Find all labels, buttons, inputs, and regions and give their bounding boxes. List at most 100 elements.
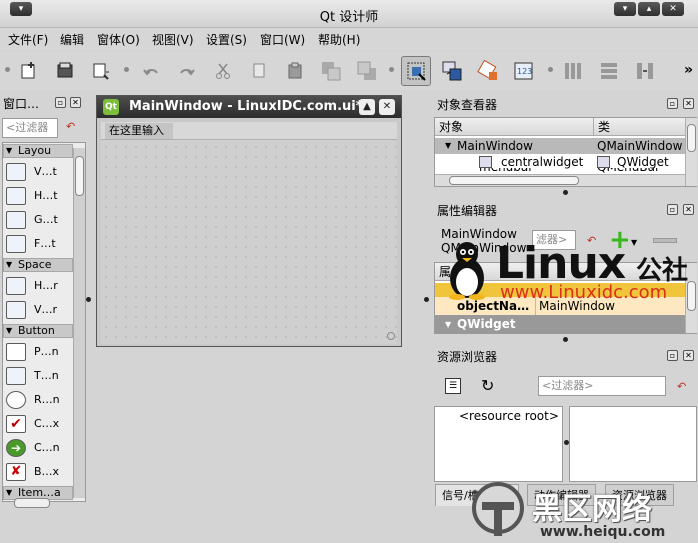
menu-file[interactable]: 文件(F)	[8, 31, 48, 48]
expand-arrow-icon[interactable]: ▼	[445, 317, 451, 333]
cut-icon[interactable]	[208, 56, 238, 86]
widget-filter-input[interactable]: <过滤器>	[2, 118, 58, 152]
clear-filter-icon[interactable]: ↶	[677, 380, 686, 393]
category-spacers[interactable]: Space	[3, 258, 73, 272]
edit-signals-icon[interactable]	[437, 56, 467, 86]
widget-grid-layout[interactable]: G…t	[6, 210, 76, 230]
property-section-qwidget[interactable]: ▼ QWidget	[435, 315, 685, 333]
float-icon[interactable]: ▫	[667, 350, 678, 361]
bring-front-icon[interactable]	[316, 56, 346, 86]
size-grip-icon[interactable]	[387, 332, 395, 340]
widget-horizontal-layout[interactable]: H…t	[6, 186, 76, 206]
close-icon[interactable]: ✕	[662, 2, 684, 16]
widget-form-layout[interactable]: F…t	[6, 234, 76, 254]
scrollbar-thumb[interactable]	[75, 156, 84, 196]
property-editor-title: 属性编辑器	[437, 204, 498, 218]
layout-splitter-icon[interactable]	[630, 56, 660, 86]
edit-buddies-icon[interactable]	[473, 56, 503, 86]
close-icon[interactable]: ✕	[683, 350, 694, 361]
layout-vertical-icon[interactable]	[594, 56, 624, 86]
form-titlebar[interactable]: Qt MainWindow - LinuxIDC.com.ui* ▲ ✕	[97, 96, 401, 118]
splitter-handle[interactable]	[563, 190, 568, 195]
widget-list-hscroll-thumb[interactable]	[14, 498, 50, 508]
float-icon[interactable]: ▫	[55, 97, 66, 108]
menu-form[interactable]: 窗体(O)	[97, 31, 140, 48]
resource-tree[interactable]: <resource root>	[434, 406, 563, 482]
expand-arrow-icon[interactable]: ▼	[445, 138, 451, 154]
widget-vertical-spacer[interactable]: V…r	[6, 300, 76, 320]
menu-help[interactable]: 帮助(H)	[318, 31, 360, 48]
button-box-icon: ✘	[6, 463, 26, 481]
object-tree-vscroll[interactable]	[685, 118, 697, 186]
widget-label: H…t	[34, 189, 58, 202]
new-form-icon[interactable]	[14, 56, 44, 86]
toolbar-overflow-button[interactable]: »	[684, 62, 693, 78]
widget-button-box[interactable]: ✘ B…x	[6, 462, 76, 482]
object-tree-hscroll[interactable]	[435, 174, 685, 186]
menu-window[interactable]: 窗口(W)	[260, 31, 305, 48]
float-icon[interactable]: ▫	[667, 204, 678, 215]
form-window[interactable]: Qt MainWindow - LinuxIDC.com.ui* ▲ ✕ 在这里…	[96, 95, 402, 347]
close-icon[interactable]: ✕	[70, 97, 81, 108]
splitter-handle[interactable]	[563, 337, 568, 342]
main-toolbar: 123 »	[0, 52, 698, 90]
resource-root-item[interactable]: <resource root>	[459, 409, 559, 423]
maximize-icon[interactable]: ▴	[638, 2, 660, 16]
column-header-object[interactable]: 对象	[435, 118, 593, 136]
widget-radio-button[interactable]: R…n	[6, 390, 76, 410]
layout-horizontal-icon[interactable]	[558, 56, 588, 86]
edit-tab-order-icon[interactable]: 123	[509, 56, 539, 86]
splitter-handle[interactable]	[86, 297, 91, 302]
edit-widgets-icon[interactable]	[401, 56, 431, 86]
close-icon[interactable]: ✕	[683, 98, 694, 109]
horizontal-spacer-icon	[6, 277, 26, 295]
widget-push-button[interactable]: P…n	[6, 342, 76, 362]
widget-command-link[interactable]: ➔ C…n	[6, 438, 76, 458]
heiqu-logo-icon	[472, 482, 524, 536]
menu-edit[interactable]: 编辑	[60, 31, 84, 48]
object-tree[interactable]: 对象 类 ▼ MainWindow QMainWindow centralwid…	[434, 117, 697, 187]
scrollbar-thumb[interactable]	[449, 176, 579, 185]
tree-row-mainwindow[interactable]: ▼ MainWindow QMainWindow	[435, 138, 685, 154]
resource-file-view[interactable]	[569, 406, 697, 482]
toolbar-grip	[548, 67, 553, 72]
widget-list-scrollbar[interactable]	[73, 148, 85, 498]
type-here-menu[interactable]: 在这里输入	[105, 123, 173, 139]
widget-check-box[interactable]: ✔ C…x	[6, 414, 76, 434]
menu-settings[interactable]: 设置(S)	[206, 31, 247, 48]
close-icon[interactable]: ✕	[683, 204, 694, 215]
copy-icon[interactable]	[244, 56, 274, 86]
resource-filter-input[interactable]: <过滤器>	[538, 376, 666, 396]
edit-resources-icon[interactable]: ☰	[445, 378, 461, 394]
splitter-handle[interactable]	[564, 440, 569, 445]
window-titlebar[interactable]: ▾ Qt 设计师 ▾ ▴ ✕	[0, 0, 698, 28]
widget-icon	[479, 156, 492, 168]
open-icon[interactable]	[50, 56, 80, 86]
splitter-handle[interactable]	[424, 297, 429, 302]
menu-view[interactable]: 视图(V)	[152, 31, 194, 48]
command-link-icon: ➔	[6, 439, 26, 457]
vertical-layout-icon	[6, 163, 26, 181]
widget-horizontal-spacer[interactable]: H…r	[6, 276, 76, 296]
send-back-icon[interactable]	[352, 56, 382, 86]
form-canvas[interactable]: 在这里输入	[101, 122, 397, 344]
widget-vertical-layout[interactable]: V…t	[6, 162, 76, 182]
widget-tool-button[interactable]: T…n	[6, 366, 76, 386]
widget-label: G…t	[34, 213, 58, 226]
grid-layout-icon	[6, 211, 26, 229]
paste-icon[interactable]	[280, 56, 310, 86]
scrollbar-thumb[interactable]	[687, 124, 696, 152]
form-close-icon[interactable]: ✕	[379, 99, 395, 115]
category-buttons[interactable]: Button	[3, 324, 73, 338]
minimize-icon[interactable]: ▾	[614, 2, 636, 16]
float-icon[interactable]: ▫	[667, 98, 678, 109]
reload-icon[interactable]: ↻	[481, 376, 494, 395]
form-menubar[interactable]: 在这里输入	[101, 122, 397, 140]
save-icon[interactable]	[86, 56, 116, 86]
undo-icon[interactable]	[136, 56, 166, 86]
redo-icon[interactable]	[172, 56, 202, 86]
category-layouts[interactable]: Layou	[3, 144, 73, 158]
clear-filter-icon[interactable]: ↶	[66, 120, 75, 133]
column-header-class[interactable]: 类	[593, 118, 685, 136]
form-maximize-icon[interactable]: ▲	[359, 99, 375, 115]
